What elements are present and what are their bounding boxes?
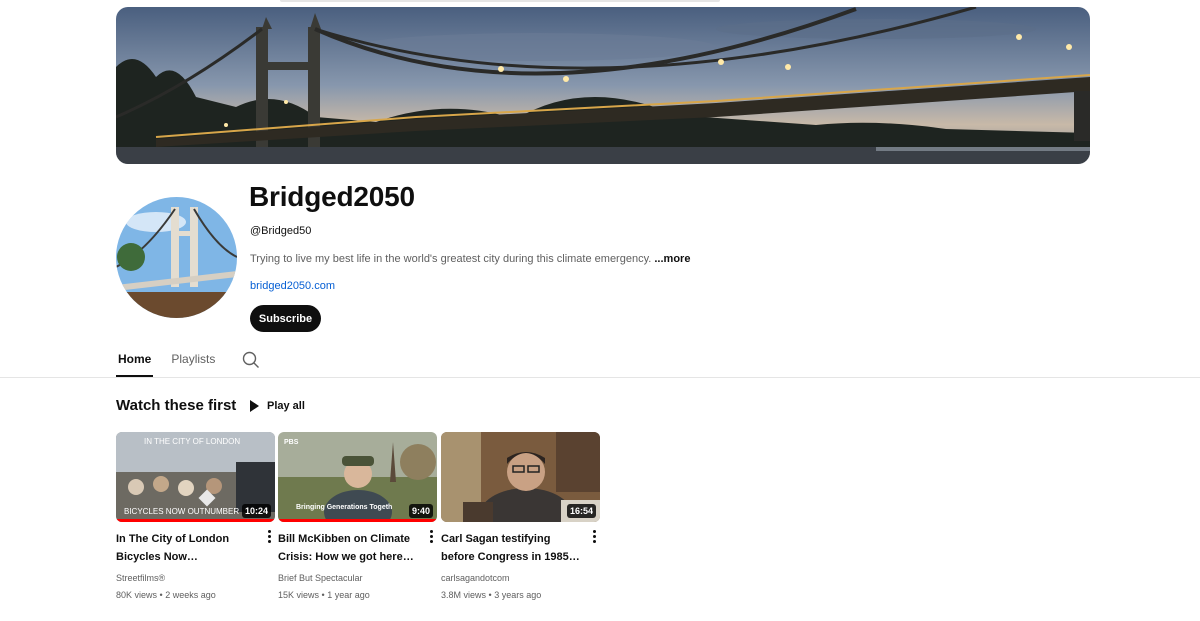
thumbnail-caption-top: PBS [284,439,299,446]
video-channel[interactable]: carlsagandotcom [441,573,510,583]
video-meta: 80K views • 2 weeks ago [116,590,216,600]
more-vert-icon[interactable] [264,528,274,544]
description-text: Trying to live my best life in the world… [250,253,652,265]
meta-separator: • [321,590,325,600]
video-title[interactable]: In The City of London Bicycles Now Outnu… [116,530,256,566]
play-icon [250,400,259,412]
video-title[interactable]: Bill McKibben on Climate Crisis: How we … [278,530,418,566]
tab-playlists[interactable]: Playlists [169,346,217,377]
play-all-label: Play all [267,400,305,412]
video-meta: 3.8M views • 3 years ago [441,590,541,600]
banner-bridge-image [116,7,1090,164]
video-age: 3 years ago [494,590,542,600]
video-views: 3.8M views [441,590,487,600]
video-thumbnail[interactable]: 16:54 [441,432,600,522]
more-link[interactable]: ...more [654,253,690,265]
avatar-bridge-image [116,197,237,318]
channel-description[interactable]: Trying to live my best life in the world… [250,253,690,265]
channel-avatar[interactable] [116,197,237,318]
video-thumbnail[interactable]: PBS Bringing Generations Togeth 9:40 [278,432,437,522]
video-channel[interactable]: Streetfilms® [116,573,165,583]
video-duration: 9:40 [408,504,433,518]
more-vert-icon[interactable] [426,528,436,544]
video-channel[interactable]: Brief But Spectacular [278,573,363,583]
video-age: 2 weeks ago [165,590,216,600]
video-card[interactable]: 16:54 Carl Sagan testifying before Congr… [441,432,601,600]
play-all-button[interactable]: Play all [246,397,305,415]
meta-separator: • [159,590,163,600]
channel-handle: @Bridged50 [250,225,312,237]
more-vert-icon[interactable] [589,528,599,544]
channel-name: Bridged2050 [249,181,415,212]
channel-tabs: Home Playlists [116,346,261,377]
channel-banner [116,7,1090,164]
video-age: 1 year ago [327,590,370,600]
thumbnail-caption-bottom: Bringing Generations Togeth [296,504,392,511]
video-thumbnail[interactable]: IN THE CITY OF LONDON BICYCLES NOW OUTNU… [116,432,275,522]
video-duration: 10:24 [241,504,271,518]
section-title: Watch these first [116,397,237,414]
watch-progress-bar [278,519,437,522]
video-meta: 15K views • 1 year ago [278,590,370,600]
video-title[interactable]: Carl Sagan testifying before Congress in… [441,530,581,566]
watch-progress-bar [116,519,275,522]
video-views: 15K views [278,590,320,600]
tab-home[interactable]: Home [116,346,154,377]
thumbnail-caption-top: IN THE CITY OF LONDON [144,437,240,446]
thumbnail-caption-bottom: BICYCLES NOW OUTNUMBER [124,507,239,516]
search-icon[interactable] [241,350,261,370]
tabs-divider [0,377,1200,378]
video-duration: 16:54 [566,504,596,518]
video-views: 80K views [116,590,158,600]
meta-separator: • [488,590,492,600]
channel-website-link[interactable]: bridged2050.com [250,280,335,292]
top-bar-edge [280,0,720,2]
subscribe-button[interactable]: Subscribe [250,305,321,332]
video-card[interactable]: IN THE CITY OF LONDON BICYCLES NOW OUTNU… [116,432,276,600]
video-card[interactable]: PBS Bringing Generations Togeth 9:40 Bil… [278,432,438,600]
